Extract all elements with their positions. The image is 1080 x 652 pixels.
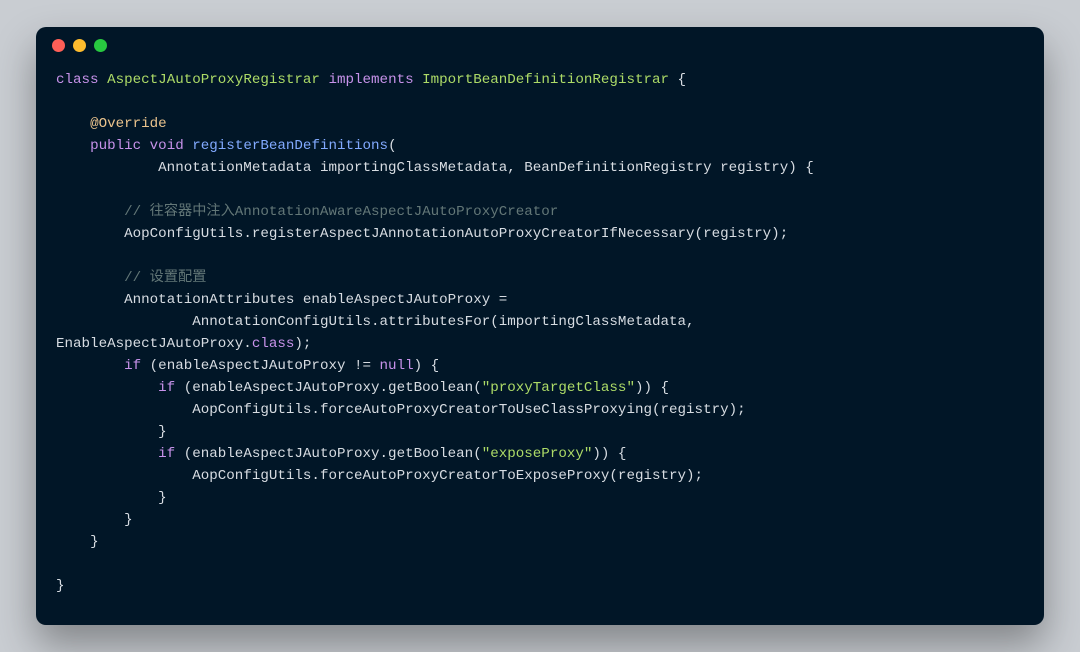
comment: // 设置配置 — [124, 270, 206, 286]
string-literal: "proxyTargetClass" — [482, 380, 635, 396]
code-line: AnnotationAttributes enableAspectJAutoPr… — [124, 292, 507, 308]
type-name: AspectJAutoProxyRegistrar — [107, 72, 320, 88]
code-block: class AspectJAutoProxyRegistrar implemen… — [36, 63, 1044, 597]
keyword-class: class — [56, 72, 99, 88]
keyword-if: if — [124, 358, 141, 374]
keyword-if: if — [158, 380, 175, 396]
minimize-icon[interactable] — [73, 39, 86, 52]
comment: // 往容器中注入AnnotationAwareAspectJAutoProxy… — [124, 204, 558, 220]
type-name: ImportBeanDefinitionRegistrar — [422, 72, 669, 88]
window-titlebar — [36, 27, 1044, 63]
code-line: AopConfigUtils.forceAutoProxyCreatorToUs… — [192, 402, 745, 418]
keyword-if: if — [158, 446, 175, 462]
keyword-void: void — [150, 138, 184, 154]
keyword-implements: implements — [328, 72, 413, 88]
code-line: AopConfigUtils.forceAutoProxyCreatorToEx… — [192, 468, 703, 484]
code-line: AopConfigUtils.registerAspectJAnnotation… — [124, 226, 788, 242]
keyword-class: class — [252, 336, 295, 352]
param-type: BeanDefinitionRegistry — [524, 160, 711, 176]
close-icon[interactable] — [52, 39, 65, 52]
keyword-public: public — [90, 138, 141, 154]
keyword-null: null — [380, 358, 414, 374]
code-window: class AspectJAutoProxyRegistrar implemen… — [36, 27, 1044, 625]
string-literal: "exposeProxy" — [482, 446, 593, 462]
annotation-override: @Override — [90, 116, 167, 132]
method-name: registerBeanDefinitions — [192, 138, 388, 154]
maximize-icon[interactable] — [94, 39, 107, 52]
code-line: AnnotationConfigUtils.attributesFor(impo… — [192, 314, 703, 330]
param-type: AnnotationMetadata — [158, 160, 311, 176]
